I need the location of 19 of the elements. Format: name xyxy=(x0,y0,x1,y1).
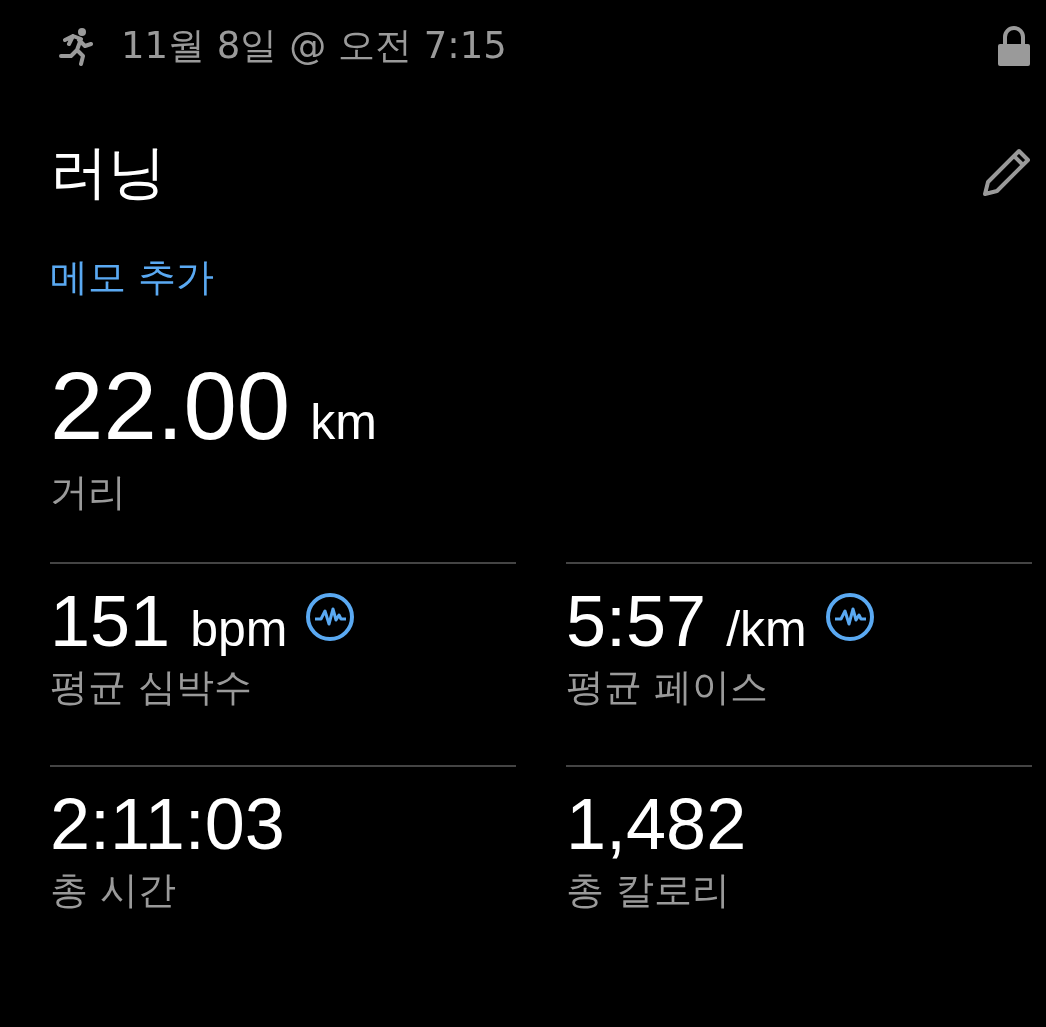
edit-icon[interactable] xyxy=(981,148,1031,198)
workout-title: 러닝 xyxy=(50,137,166,208)
distance-value: 22.00 xyxy=(50,351,291,461)
distance-unit: km xyxy=(310,393,377,451)
graph-icon[interactable] xyxy=(824,592,875,642)
stat-label: 총 칼로리 xyxy=(566,867,731,914)
add-memo-link[interactable]: 메모 추가 xyxy=(50,252,215,303)
stat-value: 1,482 xyxy=(566,783,747,865)
stat-value: 2:11:03 xyxy=(50,783,285,865)
stat-label: 총 시간 xyxy=(50,867,177,914)
stat-unit: bpm xyxy=(190,600,288,658)
stat-value: 5:57 xyxy=(566,580,707,662)
stat-label: 평균 심박수 xyxy=(50,664,253,711)
stat-unit: /km xyxy=(726,600,807,658)
stat-label: 평균 페이스 xyxy=(566,664,769,711)
distance-label: 거리 xyxy=(50,469,126,516)
workout-date: 11월 8일 @ 오전 7:15 xyxy=(121,23,507,69)
stat-value: 151 xyxy=(50,580,171,662)
graph-icon[interactable] xyxy=(305,592,356,642)
